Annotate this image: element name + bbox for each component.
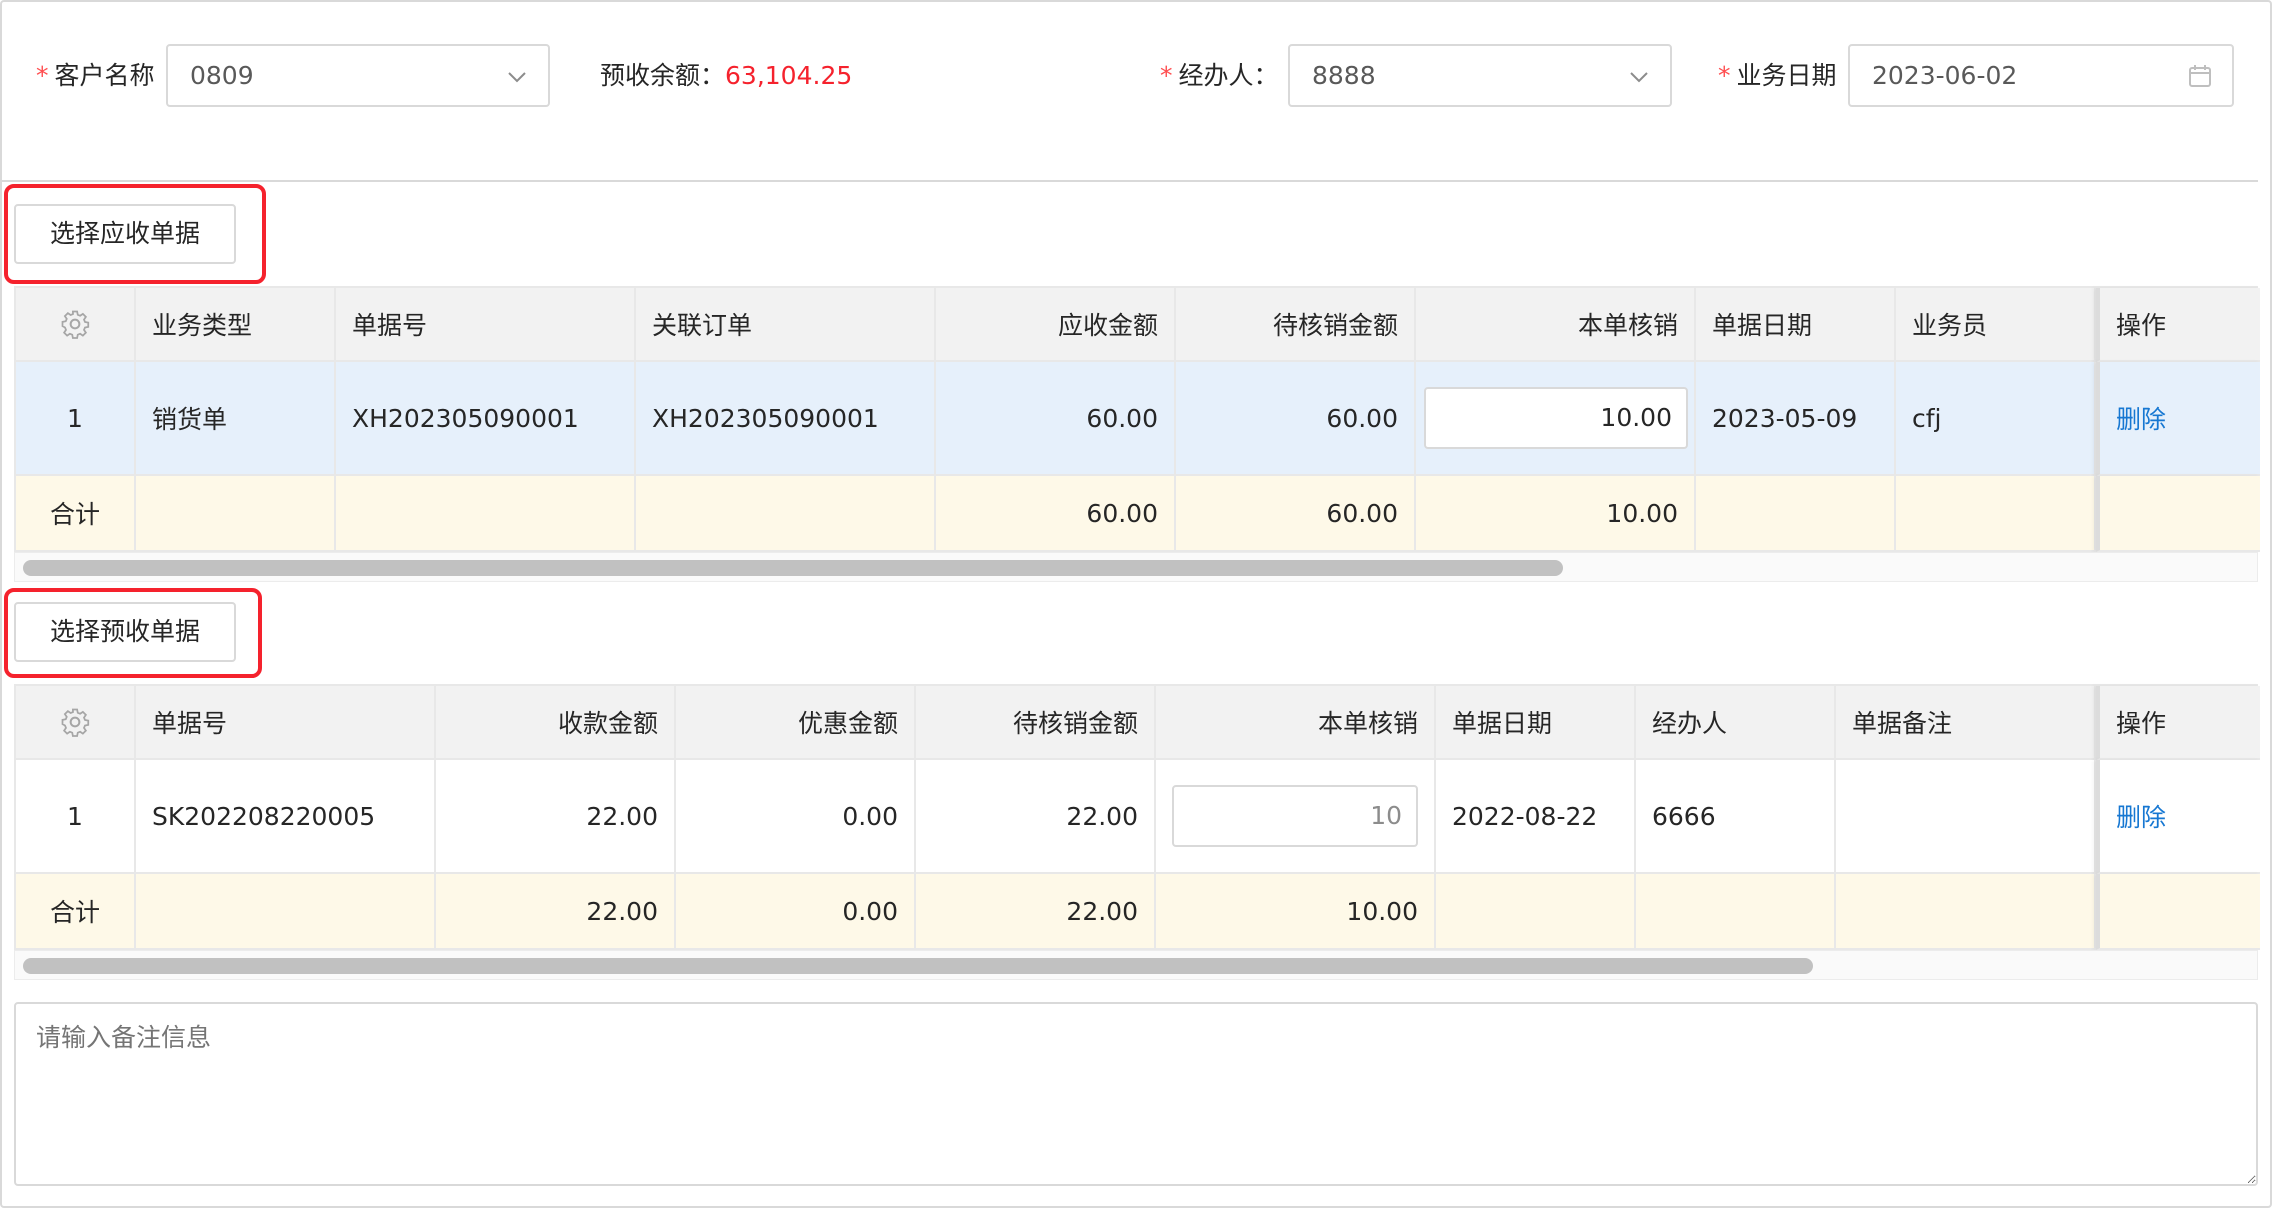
cell-discount: 0.00 (676, 760, 916, 874)
header-cell: 经办人 (1636, 686, 1836, 760)
cell-received: 22.00 (436, 760, 676, 874)
table-row[interactable]: 1 销货单 XH202305090001 XH202305090001 60.0… (16, 362, 2260, 476)
summary-label: 合计 (16, 874, 136, 950)
date-picker-value: 2023-06-02 (1872, 61, 2018, 90)
cell-writeoff: 10 (1156, 760, 1436, 874)
remark-textarea[interactable] (14, 1002, 2258, 1186)
header-cell: 单据号 (336, 288, 636, 362)
balance-value: 63,104.25 (725, 61, 853, 90)
header-form: * 客户名称 0809 预收余额：63,104.25 * 经办人： 8888 * 业务… (0, 44, 2272, 108)
header-cell: 业务员 (1896, 288, 2096, 362)
customer-select-value: 0809 (190, 61, 254, 90)
column-settings[interactable] (16, 686, 136, 760)
row-index: 1 (16, 362, 136, 476)
table-row[interactable]: 1 SK202208220005 22.00 0.00 22.00 10 202… (16, 760, 2260, 874)
cell-order-no: XH202305090001 (636, 362, 936, 476)
cell-doc-no: XH202305090001 (336, 362, 636, 476)
date-label: * 业务日期 (1718, 61, 1837, 90)
cell-action: 删除 (2096, 362, 2260, 476)
header-cell: 操作 (2096, 288, 2260, 362)
scrollbar-thumb[interactable] (23, 958, 1813, 974)
delete-link[interactable]: 删除 (2116, 400, 2166, 436)
header-cell: 收款金额 (436, 686, 676, 760)
gear-icon (61, 708, 90, 737)
handler-select[interactable]: 8888 (1288, 44, 1672, 107)
sum-discount: 0.00 (676, 874, 916, 950)
sum-receivable: 60.00 (936, 476, 1176, 552)
summary-row: 合计 60.00 60.00 10.00 (16, 476, 2260, 552)
balance-label: 预收余额：63,104.25 (600, 61, 853, 90)
cell-pending: 60.00 (1176, 362, 1416, 476)
cell-salesman: cfj (1896, 362, 2096, 476)
calendar-icon (2189, 65, 2211, 87)
gear-icon (61, 310, 90, 339)
header-cell: 优惠金额 (676, 686, 916, 760)
header-cell: 应收金额 (936, 288, 1176, 362)
chevron-down-icon (1630, 72, 1648, 83)
header-cell: 单据日期 (1436, 686, 1636, 760)
sum-writeoff: 10.00 (1156, 874, 1436, 950)
writeoff-input[interactable]: 10.00 (1424, 387, 1688, 449)
header-cell: 单据备注 (1836, 686, 2096, 760)
customer-label: * 客户名称 (36, 61, 155, 90)
scrollbar-thumb[interactable] (23, 560, 1563, 576)
advance-scrollbar[interactable] (14, 950, 2258, 980)
header-cell: 本单核销 (1416, 288, 1696, 362)
cell-doc-no: SK202208220005 (136, 760, 436, 874)
summary-label: 合计 (16, 476, 136, 552)
select-receivable-button[interactable]: 选择应收单据 (14, 204, 236, 264)
delete-link[interactable]: 删除 (2116, 798, 2166, 834)
cell-receivable: 60.00 (936, 362, 1176, 476)
select-advance-button[interactable]: 选择预收单据 (14, 602, 236, 662)
handler-label: * 经办人： (1160, 61, 1279, 90)
cell-handler: 6666 (1636, 760, 1836, 874)
header-divider (0, 180, 2258, 182)
cell-pending: 22.00 (916, 760, 1156, 874)
cell-action: 删除 (2096, 760, 2260, 874)
cell-type: 销货单 (136, 362, 336, 476)
date-picker[interactable]: 2023-06-02 (1848, 44, 2234, 107)
header-cell: 待核销金额 (916, 686, 1156, 760)
column-settings[interactable] (16, 288, 136, 362)
chevron-down-icon (508, 72, 526, 83)
table-header-row: 业务类型 单据号 关联订单 应收金额 待核销金额 本单核销 单据日期 业务员 操… (16, 288, 2260, 362)
sum-pending: 60.00 (1176, 476, 1416, 552)
summary-row: 合计 22.00 0.00 22.00 10.00 (16, 874, 2260, 950)
sum-writeoff: 10.00 (1416, 476, 1696, 552)
advance-table: 单据号 收款金额 优惠金额 待核销金额 本单核销 单据日期 经办人 单据备注 操… (14, 684, 2260, 950)
header-cell: 待核销金额 (1176, 288, 1416, 362)
header-cell: 操作 (2096, 686, 2260, 760)
cell-remark (1836, 760, 2096, 874)
cell-date: 2022-08-22 (1436, 760, 1636, 874)
required-mark: * (36, 61, 49, 90)
header-cell: 业务类型 (136, 288, 336, 362)
row-index: 1 (16, 760, 136, 874)
handler-select-value: 8888 (1312, 61, 1376, 90)
header-cell: 单据日期 (1696, 288, 1896, 362)
sum-received: 22.00 (436, 874, 676, 950)
header-cell: 关联订单 (636, 288, 936, 362)
header-cell: 单据号 (136, 686, 436, 760)
cell-date: 2023-05-09 (1696, 362, 1896, 476)
cell-writeoff: 10.00 (1416, 362, 1696, 476)
receivable-table: 业务类型 单据号 关联订单 应收金额 待核销金额 本单核销 单据日期 业务员 操… (14, 286, 2260, 552)
header-cell: 本单核销 (1156, 686, 1436, 760)
table-header-row: 单据号 收款金额 优惠金额 待核销金额 本单核销 单据日期 经办人 单据备注 操… (16, 686, 2260, 760)
receivable-scrollbar[interactable] (14, 552, 2258, 582)
customer-select[interactable]: 0809 (166, 44, 550, 107)
writeoff-input[interactable]: 10 (1172, 785, 1418, 847)
sum-pending: 22.00 (916, 874, 1156, 950)
